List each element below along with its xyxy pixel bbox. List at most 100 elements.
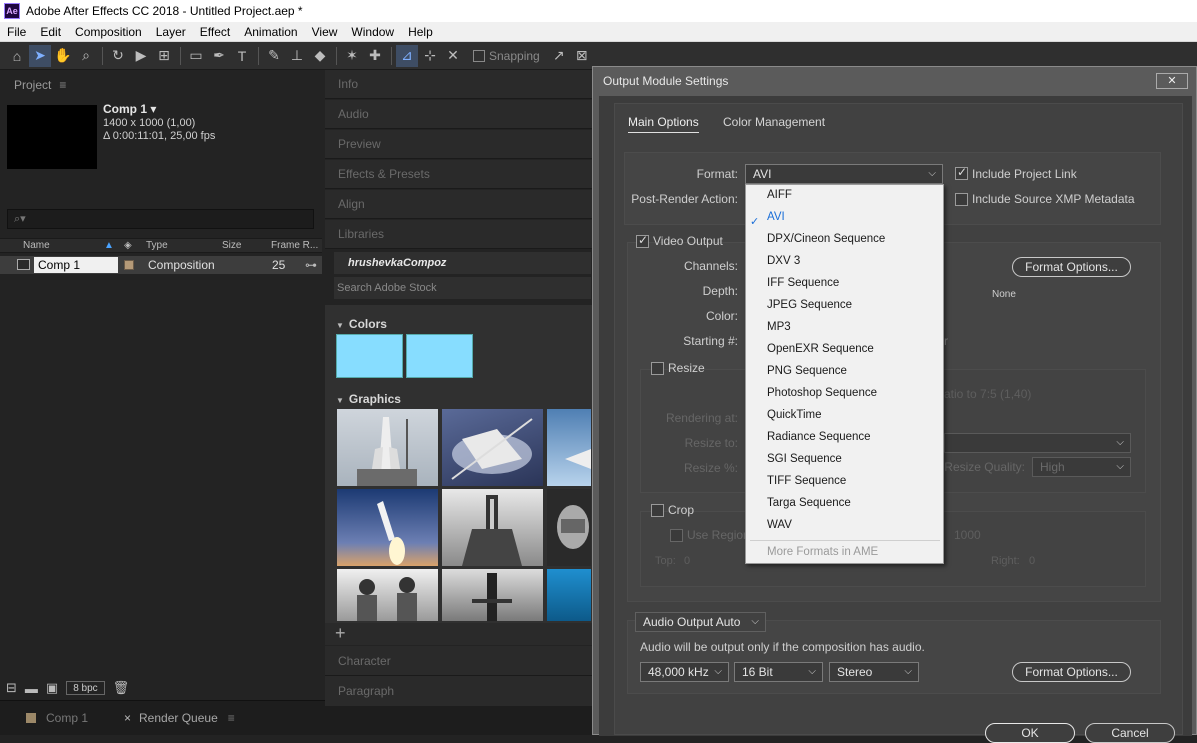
snap-grid-icon[interactable]: ⊠ [571, 45, 593, 67]
format-option[interactable]: Radiance Sequence [767, 431, 871, 443]
new-folder-icon[interactable]: ▬ [25, 681, 38, 696]
snapping-checkbox[interactable] [473, 49, 485, 62]
color-swatch[interactable] [406, 334, 473, 378]
graphic-thumbnail-rocket-stand[interactable] [442, 569, 543, 621]
panel-audio[interactable]: Audio [325, 100, 593, 129]
graphic-thumbnail-spacecraft-orbit[interactable] [442, 409, 543, 486]
tab-comp-1[interactable]: Comp 1 [26, 711, 88, 725]
project-item-name[interactable]: Comp 1 [34, 257, 118, 273]
tab-render-queue[interactable]: × Render Queue ≡ [124, 711, 235, 725]
brush-tool-icon[interactable]: ✎ [263, 45, 285, 67]
graphics-section-header[interactable]: ▼ Graphics [336, 392, 401, 406]
type-tool-icon[interactable]: T [231, 45, 253, 67]
trash-icon[interactable]: 🗑 [113, 680, 130, 696]
project-search-input[interactable]: ⌕▾ [7, 209, 314, 229]
panel-character[interactable]: Character [325, 646, 593, 676]
close-icon[interactable]: × [124, 711, 131, 725]
panel-libraries[interactable]: Libraries [325, 220, 593, 249]
format-option[interactable]: QuickTime [767, 409, 822, 421]
format-option[interactable]: WAV [767, 519, 792, 531]
format-option[interactable]: SGI Sequence [767, 453, 842, 465]
graphic-thumbnail-launch-tower[interactable] [442, 489, 543, 566]
audio-format-options-button[interactable]: Format Options... [1012, 662, 1131, 682]
ok-button[interactable]: OK [985, 723, 1075, 743]
graphic-thumbnail-satellite[interactable] [547, 489, 591, 566]
hand-tool-icon[interactable]: ✋ [52, 45, 74, 67]
rectangle-tool-icon[interactable]: ▭ [185, 45, 207, 67]
menu-animation[interactable]: Animation [237, 25, 304, 39]
format-option-selected[interactable]: AVI [767, 211, 785, 223]
interpret-footage-icon[interactable]: ⊟ [6, 680, 17, 696]
audio-channels-dropdown[interactable]: Stereo ⌵ [829, 662, 919, 682]
zoom-tool-icon[interactable]: ⌕ [75, 45, 97, 67]
include-xmp-checkbox[interactable] [955, 193, 968, 206]
panel-effects-presets[interactable]: Effects & Presets [325, 160, 593, 189]
format-option[interactable]: AIFF [767, 189, 792, 201]
adobe-stock-search-input[interactable]: Search Adobe Stock [334, 277, 591, 299]
crop-checkbox[interactable] [651, 504, 664, 517]
snap-edges-icon[interactable]: ↗ [548, 45, 570, 67]
clone-stamp-tool-icon[interactable]: ⊥ [286, 45, 308, 67]
panel-menu-icon[interactable]: ≡ [228, 711, 235, 725]
format-option[interactable]: DPX/Cineon Sequence [767, 233, 885, 245]
roto-brush-tool-icon[interactable]: ✶ [341, 45, 363, 67]
panel-preview[interactable]: Preview [325, 130, 593, 159]
format-option[interactable]: Targa Sequence [767, 497, 851, 509]
format-dropdown[interactable]: AVI ⌵ [745, 164, 943, 184]
column-size[interactable]: Size [222, 240, 241, 251]
label-tag-icon[interactable]: ◈ [124, 240, 132, 251]
bit-depth-button[interactable]: 8 bpc [66, 681, 105, 695]
new-composition-icon[interactable]: ▣ [46, 680, 58, 696]
resize-preset-dropdown[interactable]: ⌵ [944, 433, 1131, 453]
format-option[interactable]: JPEG Sequence [767, 299, 852, 311]
menu-help[interactable]: Help [401, 25, 440, 39]
menu-effect[interactable]: Effect [193, 25, 237, 39]
color-swatch[interactable] [336, 334, 403, 378]
resize-checkbox[interactable] [651, 362, 664, 375]
menu-edit[interactable]: Edit [33, 25, 68, 39]
panel-paragraph[interactable]: Paragraph [325, 676, 593, 706]
puppet-tool-icon[interactable]: ✚ [364, 45, 386, 67]
graphic-thumbnail-cosmonauts[interactable] [337, 569, 438, 621]
panel-align[interactable]: Align [325, 190, 593, 219]
cancel-button[interactable]: Cancel [1085, 723, 1175, 743]
format-option[interactable]: TIFF Sequence [767, 475, 846, 487]
graphic-thumbnail-earth[interactable] [547, 569, 591, 621]
video-output-checkbox[interactable] [636, 233, 649, 248]
flowchart-icon[interactable]: ⊶ [305, 258, 317, 272]
menu-composition[interactable]: Composition [68, 25, 149, 39]
close-icon[interactable]: ✕ [1156, 73, 1188, 89]
format-option[interactable]: PNG Sequence [767, 365, 847, 377]
menu-view[interactable]: View [305, 25, 345, 39]
column-frame-rate[interactable]: Frame R... [271, 240, 318, 251]
format-option[interactable]: Photoshop Sequence [767, 387, 877, 399]
graphic-thumbnail-rocket-launchpad[interactable] [337, 409, 438, 486]
project-tab[interactable]: Project ≡ [14, 78, 66, 92]
selection-tool-icon[interactable]: ➤ [29, 44, 51, 67]
format-option[interactable]: MP3 [767, 321, 791, 333]
bit-depth-dropdown[interactable]: 16 Bit ⌵ [734, 662, 823, 682]
graphic-thumbnail-rocket-launch[interactable] [337, 489, 438, 566]
tab-color-management[interactable]: Color Management [723, 115, 825, 129]
eraser-tool-icon[interactable]: ◆ [309, 45, 331, 67]
comp-name[interactable]: Comp 1 ▾ [103, 102, 156, 116]
use-region-checkbox[interactable] [670, 529, 683, 542]
colors-section-header[interactable]: ▼ Colors [336, 317, 387, 331]
panel-menu-icon[interactable]: ≡ [59, 78, 66, 92]
panel-info[interactable]: Info [325, 70, 593, 99]
label-color-swatch[interactable] [124, 260, 134, 270]
sample-rate-dropdown[interactable]: 48,000 kHz ⌵ [640, 662, 729, 682]
view-axis-icon[interactable]: ✕ [442, 45, 464, 67]
resize-quality-dropdown[interactable]: High ⌵ [1032, 457, 1131, 477]
tab-main-options[interactable]: Main Options [628, 115, 699, 133]
crop-right-value[interactable]: 0 [1029, 555, 1035, 567]
format-option[interactable]: IFF Sequence [767, 277, 839, 289]
format-option[interactable]: DXV 3 [767, 255, 800, 267]
audio-output-dropdown[interactable]: Audio Output Auto ⌵ [635, 612, 766, 632]
local-axis-icon[interactable]: ⊿ [396, 44, 418, 67]
pen-tool-icon[interactable]: ✒ [208, 45, 230, 67]
home-icon[interactable]: ⌂ [6, 45, 28, 67]
camera-tool-icon[interactable]: ▶ [130, 45, 152, 67]
menu-layer[interactable]: Layer [149, 25, 193, 39]
column-name[interactable]: Name [23, 240, 50, 251]
